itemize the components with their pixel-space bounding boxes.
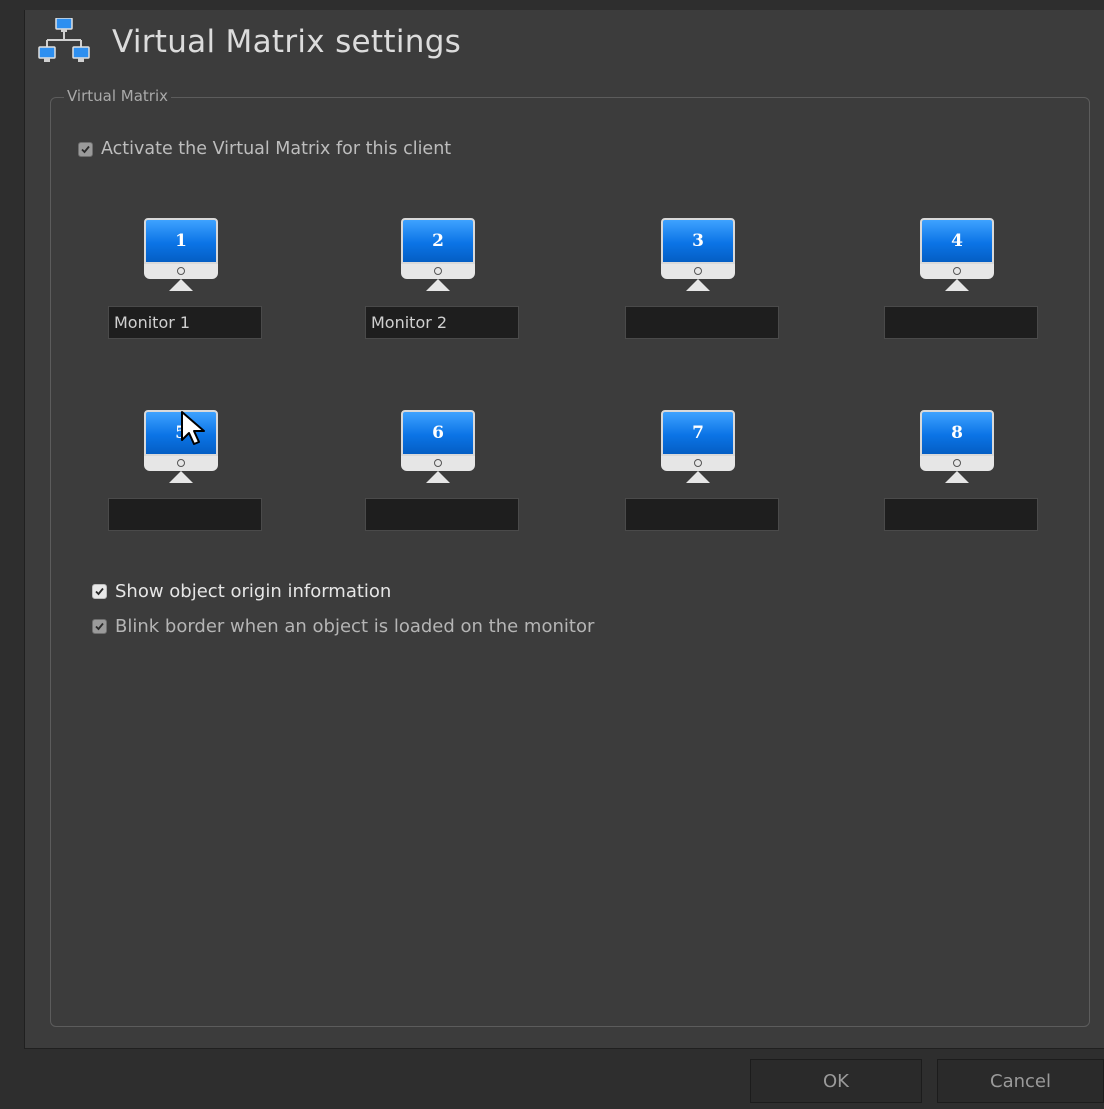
monitor-icon[interactable]: 6 [392, 401, 492, 497]
monitor-tile-4[interactable]: 4 [884, 209, 1044, 349]
monitor-number: 7 [692, 423, 704, 443]
monitor-icon[interactable]: 4 [911, 209, 1011, 305]
page-title: Virtual Matrix settings [112, 24, 462, 60]
monitor-stand [169, 279, 193, 291]
activate-label: Activate the Virtual Matrix for this cli… [101, 139, 452, 159]
monitor-icon[interactable]: 2 [392, 209, 492, 305]
monitor-icon[interactable]: 3 [652, 209, 752, 305]
monitor-number: 1 [175, 231, 187, 251]
monitor-name-input[interactable] [625, 498, 779, 531]
cancel-button[interactable]: Cancel [937, 1059, 1104, 1103]
checkmark-icon [81, 145, 90, 153]
monitor-number: 4 [951, 231, 963, 251]
monitor-power-dot [434, 459, 442, 467]
activate-virtual-matrix-checkbox-row[interactable]: Activate the Virtual Matrix for this cli… [78, 139, 451, 159]
blink-border-label: Blink border when an object is loaded on… [115, 616, 595, 637]
monitor-name-input[interactable] [365, 498, 519, 531]
monitor-power-dot [694, 267, 702, 275]
monitor-name-input[interactable] [108, 306, 262, 339]
monitor-screen: 6 [401, 410, 475, 456]
monitor-name-input[interactable] [625, 306, 779, 339]
show-origin-checkbox-row[interactable]: Show object origin information [92, 581, 391, 602]
monitor-tile-6[interactable]: 6 [365, 401, 525, 541]
monitor-tile-1[interactable]: 1 [108, 209, 268, 349]
monitor-stand [945, 279, 969, 291]
activate-checkbox[interactable] [78, 141, 93, 157]
monitor-stand [686, 279, 710, 291]
monitor-stand [945, 471, 969, 483]
monitor-stand [169, 471, 193, 483]
monitor-tile-7[interactable]: 7 [625, 401, 785, 541]
monitor-screen: 1 [144, 218, 218, 264]
blink-border-checkbox[interactable] [92, 619, 107, 634]
monitor-tile-3[interactable]: 3 [625, 209, 785, 349]
network-monitors-icon [38, 18, 90, 62]
mouse-pointer-icon [181, 411, 205, 445]
checkmark-icon [95, 587, 104, 596]
monitor-name-input[interactable] [884, 498, 1038, 531]
monitor-stand [426, 279, 450, 291]
monitor-power-dot [434, 267, 442, 275]
monitor-name-input[interactable] [365, 306, 519, 339]
blink-border-checkbox-row[interactable]: Blink border when an object is loaded on… [92, 616, 594, 637]
monitor-power-dot [177, 267, 185, 275]
monitor-icon[interactable]: 7 [652, 401, 752, 497]
monitor-number: 6 [432, 423, 444, 443]
monitor-name-input[interactable] [108, 498, 262, 531]
monitor-name-input[interactable] [884, 306, 1038, 339]
ok-button[interactable]: OK [750, 1059, 922, 1103]
monitor-tile-2[interactable]: 2 [365, 209, 525, 349]
monitor-power-dot [953, 267, 961, 275]
monitor-stand [426, 471, 450, 483]
monitor-number: 8 [951, 423, 963, 443]
checkmark-icon [95, 622, 104, 631]
monitor-power-dot [694, 459, 702, 467]
monitor-number: 2 [432, 231, 444, 251]
monitor-number: 3 [692, 231, 704, 251]
show-origin-checkbox[interactable] [92, 584, 107, 599]
monitor-screen: 3 [661, 218, 735, 264]
monitor-icon[interactable]: 8 [911, 401, 1011, 497]
monitor-screen: 8 [920, 410, 994, 456]
monitor-power-dot [177, 459, 185, 467]
show-origin-label: Show object origin information [115, 581, 392, 602]
monitor-screen: 2 [401, 218, 475, 264]
monitor-screen: 7 [661, 410, 735, 456]
monitor-screen: 4 [920, 218, 994, 264]
monitor-tile-8[interactable]: 8 [884, 401, 1044, 541]
groupbox-legend: Virtual Matrix [64, 85, 172, 107]
monitor-power-dot [953, 459, 961, 467]
settings-window: Virtual Matrix settings Virtual Matrix A… [0, 0, 1104, 1109]
monitor-stand [686, 471, 710, 483]
monitor-icon[interactable]: 1 [135, 209, 235, 305]
